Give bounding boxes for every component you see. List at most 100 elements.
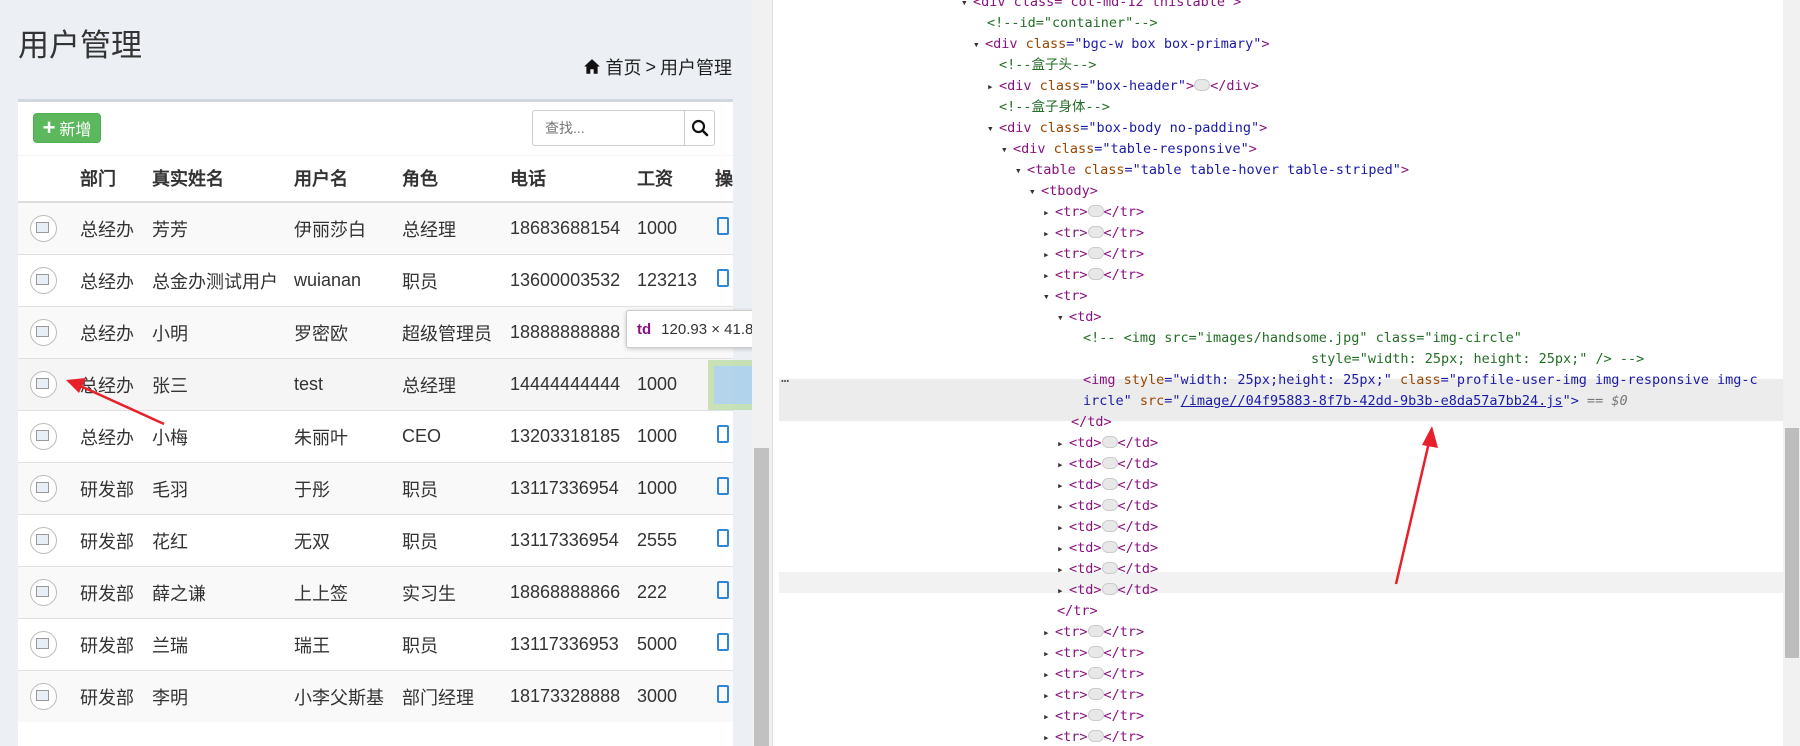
table-row[interactable]: 总经办 芳芳 伊丽莎白 总经理 18683688154 1000: [18, 201, 733, 255]
dom-comment[interactable]: style="width: 25px; height: 25px;" /> --…: [1311, 349, 1644, 370]
dom-node[interactable]: </td>: [1071, 412, 1112, 433]
dom-node[interactable]: ▾ <div class="box-body no-padding">: [987, 118, 1267, 139]
dom-node[interactable]: ▸ <tr> </tr>: [1043, 706, 1144, 727]
table-cell: 5000: [637, 618, 715, 671]
more-options-icon[interactable]: …: [781, 368, 789, 389]
devtools-elements-panel: ▾ <div class="col-md-12 thistable"> <!--i…: [772, 0, 1800, 746]
dom-node[interactable]: </tr>: [1057, 601, 1098, 622]
dom-node[interactable]: ▸ <div class="box-header"> </div>: [987, 76, 1259, 97]
devtools-scroll-thumb[interactable]: [1785, 428, 1799, 658]
home-icon[interactable]: [583, 58, 601, 76]
dom-node-selected-cont[interactable]: ircle" src="/image//04f95883-8f7b-42dd-9…: [1083, 391, 1628, 412]
dom-comment[interactable]: <!--id="container"-->: [987, 13, 1158, 34]
table-row[interactable]: 研发部 薛之谦 上上签 实习生 18868888866 222: [18, 566, 733, 619]
edit-icon[interactable]: [717, 425, 729, 443]
table-cell: 罗密欧: [294, 306, 402, 359]
dom-comment[interactable]: <!--盒子身体-->: [999, 97, 1110, 118]
dom-node[interactable]: ▸ <td> </td>: [1057, 538, 1158, 559]
column-header[interactable]: 真实姓名: [152, 155, 294, 203]
table-cell: 无双: [294, 514, 402, 567]
table-cell: 研发部: [80, 462, 152, 515]
dom-node[interactable]: ▸ <td> </td>: [1057, 517, 1158, 538]
dom-node[interactable]: ▸ <td> </td>: [1057, 580, 1158, 601]
table-cell: 部门经理: [402, 670, 510, 722]
collapsed-ellipsis[interactable]: [1194, 79, 1211, 91]
dom-node[interactable]: ▸ <tr> </tr>: [1043, 685, 1144, 706]
breadcrumb-home-link[interactable]: 首页: [605, 54, 641, 80]
page-scrollbar[interactable]: [752, 0, 772, 746]
avatar: [30, 267, 57, 294]
hovered-node-band: [779, 572, 1789, 593]
column-header[interactable]: 工资: [637, 155, 715, 203]
edit-icon[interactable]: [717, 529, 729, 547]
dom-node[interactable]: ▸ <tr> </tr>: [1043, 664, 1144, 685]
column-header-avatar: [18, 155, 80, 203]
image-src-link[interactable]: /image//04f95883-8f7b-42dd-9b3b-e8da57a7…: [1181, 393, 1563, 409]
dom-node[interactable]: ▾ <tr>: [1043, 286, 1088, 307]
dom-node[interactable]: ▾ <div class="bgc-w box box-primary">: [973, 34, 1270, 55]
search-button[interactable]: [684, 110, 715, 146]
column-header[interactable]: 角色: [402, 155, 510, 203]
edit-icon[interactable]: [717, 217, 729, 235]
dom-node[interactable]: ▸ <tr> </tr>: [1043, 643, 1144, 664]
tooltip-tag: td: [637, 320, 652, 338]
edit-icon[interactable]: [717, 633, 729, 651]
column-header[interactable]: 电话: [510, 155, 637, 203]
avatar: [30, 631, 57, 658]
dom-node[interactable]: ▸ <tr> </tr>: [1043, 622, 1144, 643]
dom-node[interactable]: ▸ <tr> </tr>: [1043, 727, 1144, 746]
table-cell: 芳芳: [152, 201, 294, 255]
edit-icon[interactable]: [717, 685, 729, 703]
devtools-scrollbar[interactable]: [1783, 0, 1800, 746]
edit-icon[interactable]: [717, 477, 729, 495]
table-cell: 18888888888: [510, 306, 637, 359]
dom-node[interactable]: ▸ <td> </td>: [1057, 475, 1158, 496]
table-row[interactable]: 研发部 毛羽 于彤 职员 13117336954 1000: [18, 462, 733, 515]
column-header[interactable]: 用户名: [294, 155, 402, 203]
breadcrumb: 首页 > 用户管理: [583, 54, 732, 80]
table-cell: CEO: [402, 410, 510, 463]
dom-node[interactable]: ▸ <tr> </tr>: [1043, 265, 1144, 286]
edit-icon[interactable]: [717, 581, 729, 599]
table-cell: 1000: [637, 201, 715, 255]
table-cell: 总经办: [80, 254, 152, 307]
dom-node[interactable]: ▾ <div class="table-responsive">: [1001, 139, 1257, 160]
avatar: [30, 683, 57, 710]
add-button[interactable]: + 新增: [33, 113, 101, 143]
dom-node[interactable]: ▸ <tr> </tr>: [1043, 223, 1144, 244]
table-cell: 研发部: [80, 514, 152, 567]
table-row[interactable]: 研发部 兰瑞 瑞王 职员 13117336953 5000: [18, 618, 733, 671]
table-cell: 13117336954: [510, 514, 637, 567]
dom-comment[interactable]: <!--盒子头-->: [999, 55, 1096, 76]
table-row[interactable]: 总经办 总金办测试用户 wuianan 职员 13600003532 12321…: [18, 254, 733, 307]
dom-node[interactable]: ▸ <td> </td>: [1057, 433, 1158, 454]
breadcrumb-separator: >: [645, 56, 656, 77]
dom-node[interactable]: ▸ <td> </td>: [1057, 496, 1158, 517]
table-header-row: 部门 真实姓名 用户名 角色 电话 工资 操: [18, 155, 733, 203]
table-cell: 1000: [637, 358, 715, 411]
dom-node[interactable]: ▾ <td>: [1057, 307, 1102, 328]
table-cell: 2555: [637, 514, 715, 567]
dom-node-selected[interactable]: <img style="width: 25px;height: 25px;" c…: [1083, 370, 1758, 391]
column-header: 操: [715, 155, 733, 203]
table-cell: 总金办测试用户: [152, 254, 294, 307]
dom-node[interactable]: ▸ <td> </td>: [1057, 454, 1158, 475]
dom-comment[interactable]: <!-- <img src="images/handsome.jpg" clas…: [1083, 328, 1522, 349]
dom-node[interactable]: ▸ <tr> </tr>: [1043, 202, 1144, 223]
table-cell: 总经办: [80, 306, 152, 359]
dom-node[interactable]: ▾ <tbody>: [1029, 181, 1098, 202]
table-row[interactable]: 研发部 李明 小李父斯基 部门经理 18173328888 3000: [18, 670, 733, 722]
dom-node[interactable]: ▾ <div class="col-md-12 thistable">: [961, 0, 1241, 13]
edit-icon[interactable]: [717, 269, 729, 287]
dom-node[interactable]: ▸ <td> </td>: [1057, 559, 1158, 580]
table-row[interactable]: 研发部 花红 无双 职员 13117336954 2555: [18, 514, 733, 567]
table-cell: 1000: [637, 410, 715, 463]
column-header[interactable]: 部门: [80, 155, 152, 203]
table-cell: 222: [637, 566, 715, 619]
dom-node[interactable]: ▸ <tr> </tr>: [1043, 244, 1144, 265]
table-cell: 3000: [637, 670, 715, 722]
annotation-arrow-left: [66, 378, 165, 426]
page-scroll-thumb[interactable]: [754, 448, 769, 746]
dom-node[interactable]: ▾ <table class="table table-hover table-s…: [1015, 160, 1409, 181]
search-input[interactable]: [532, 110, 684, 146]
